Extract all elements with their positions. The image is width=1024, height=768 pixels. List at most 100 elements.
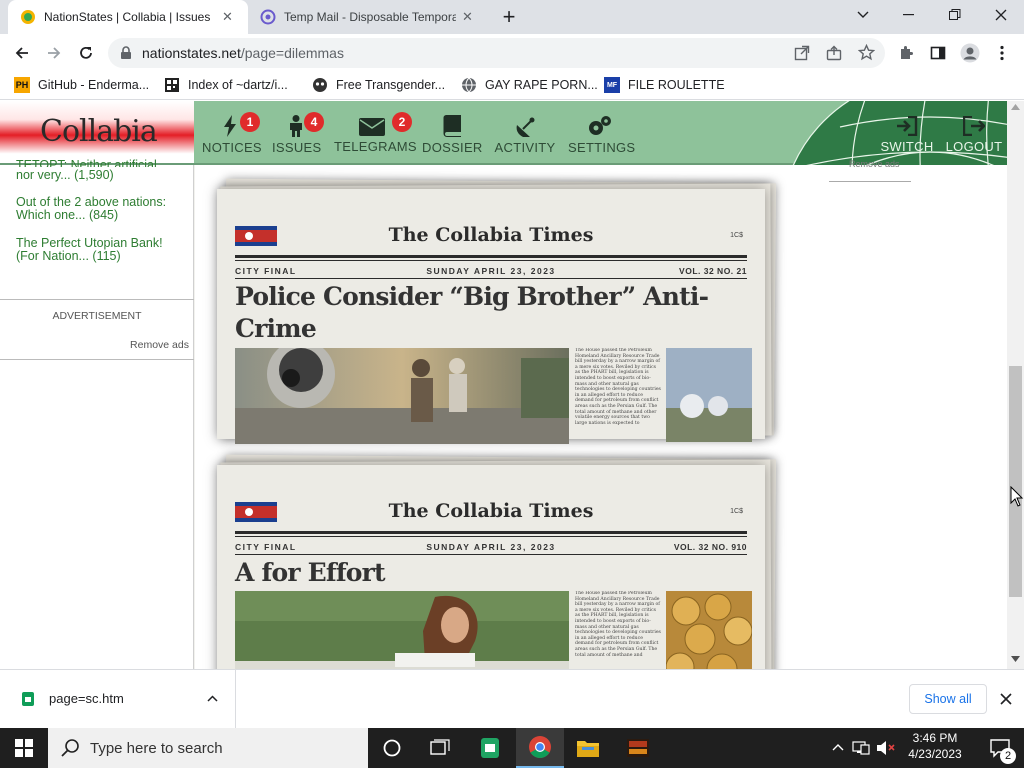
headline-line: Police Consider “Big Brother” Anti-Crime xyxy=(235,282,709,343)
bookmark-github[interactable]: PH GitHub - Enderma... xyxy=(14,77,149,93)
scroll-up-arrow-icon[interactable] xyxy=(1011,104,1020,110)
taskbar-explorer-app[interactable] xyxy=(564,728,612,768)
start-button[interactable] xyxy=(0,728,48,768)
tab-tempmail[interactable]: Temp Mail - Disposable Temporary E ✕ xyxy=(248,0,488,34)
nav-issues[interactable]: ISSUES 4 xyxy=(272,112,324,155)
bookmark-label: Index of ~dartz/i... xyxy=(188,78,288,92)
tray-chevron-up-icon[interactable] xyxy=(832,743,844,751)
cortana-button[interactable] xyxy=(368,728,416,768)
tab-search-icon[interactable] xyxy=(840,0,886,30)
close-tab-icon[interactable]: ✕ xyxy=(462,9,473,25)
newspaper-issue[interactable]: The Collabia Times 1C$ SUNDAY APRIL 23, … xyxy=(217,178,777,444)
browser-toolbar: nationstates.net/page=dilemmas xyxy=(0,34,1024,72)
sheets-file-icon xyxy=(22,692,34,706)
nav-activity[interactable]: ACTIVITY xyxy=(494,115,556,155)
taskbar-chrome-app[interactable] xyxy=(516,728,564,768)
bookmark-label: Free Transgender... xyxy=(336,78,446,92)
sidebar-issue-link-cut[interactable]: TETOPT: Neither artificial, xyxy=(16,159,160,167)
profile-avatar[interactable] xyxy=(958,41,982,65)
network-icon[interactable] xyxy=(852,740,870,756)
back-icon[interactable] xyxy=(10,41,34,65)
nation-name-logo[interactable]: Collabia xyxy=(40,114,158,149)
site-banner: Collabia NOTICES 1 ISSUES 4 TELEGRAMS 2 … xyxy=(0,101,1007,165)
bookmark-index[interactable]: Index of ~dartz/i... xyxy=(164,77,288,93)
scroll-down-arrow-icon[interactable] xyxy=(1011,656,1020,662)
nav-notices[interactable]: NOTICES 1 xyxy=(202,112,262,155)
sidebar-issue-link[interactable]: The Perfect Utopian Bank! (For Nation...… xyxy=(16,237,163,263)
close-window-button[interactable] xyxy=(978,0,1024,30)
taskbar-sheets-app[interactable] xyxy=(466,728,514,768)
tab-nationstates[interactable]: NationStates | Collabia | Issues ✕ xyxy=(8,0,248,34)
rule-line xyxy=(235,260,747,261)
clock-date: 4/23/2023 xyxy=(908,747,962,761)
nav-label: TELEGRAMS xyxy=(334,139,417,154)
new-tab-button[interactable]: + xyxy=(498,6,520,29)
remove-ads-link[interactable]: Remove ads xyxy=(849,159,900,169)
nav-label: DOSSIER xyxy=(422,140,483,155)
bookmark-file-roulette[interactable]: MF FILE ROULETTE xyxy=(604,77,725,93)
menu-kebab-icon[interactable] xyxy=(990,41,1014,65)
nav-telegrams[interactable]: TELEGRAMS 2 xyxy=(334,112,417,154)
download-item[interactable]: page=sc.htm xyxy=(0,670,236,729)
close-tab-icon[interactable]: ✕ xyxy=(222,9,233,25)
taskbar-search[interactable]: Type here to search xyxy=(48,728,368,768)
chrome-icon xyxy=(529,736,551,758)
chevron-up-icon[interactable] xyxy=(207,695,218,702)
left-sidebar: TETOPT: Neither artificial, nor very... … xyxy=(0,159,194,669)
rule-line xyxy=(235,554,747,555)
rule-line xyxy=(235,255,747,258)
bookmark-free[interactable]: Free Transgender... xyxy=(312,77,445,93)
open-in-app-icon[interactable] xyxy=(794,45,810,61)
address-bar[interactable]: nationstates.net/page=dilemmas xyxy=(108,38,885,68)
person-icon xyxy=(290,115,302,137)
clock[interactable]: 3:46 PM 4/23/2023 xyxy=(904,731,966,761)
nav-dossier[interactable]: DOSSIER xyxy=(422,115,482,155)
nav-logout[interactable]: LOGOUT xyxy=(944,115,1004,154)
scrollbar-thumb[interactable] xyxy=(1009,366,1022,597)
taskbar-game-app[interactable] xyxy=(614,728,662,768)
bookmark-globe[interactable]: GAY RAPE PORN... xyxy=(461,77,598,93)
nav-switch[interactable]: SWITCH xyxy=(880,115,934,154)
bookmark-star-icon[interactable] xyxy=(858,44,875,61)
close-download-bar-icon[interactable] xyxy=(1000,693,1012,705)
ph-icon: PH xyxy=(14,77,30,93)
newspaper-issue[interactable]: The Collabia Times 1C$ SUNDAY APRIL 23, … xyxy=(217,454,777,669)
remove-ads-link[interactable]: Remove ads xyxy=(130,339,189,351)
extensions-icon[interactable] xyxy=(894,41,918,65)
download-filename: page=sc.htm xyxy=(49,691,124,706)
game-app-icon xyxy=(627,739,649,757)
cortana-icon xyxy=(383,739,401,757)
notices-badge: 1 xyxy=(240,112,260,132)
nav-label: LOGOUT xyxy=(945,139,1003,154)
newspaper-masthead: The Collabia Times xyxy=(388,224,594,246)
action-center-button[interactable]: 2 xyxy=(976,728,1024,768)
url-text[interactable]: nationstates.net/page=dilemmas xyxy=(142,45,344,61)
nation-logo-flag[interactable]: Collabia xyxy=(0,101,194,163)
share-icon[interactable] xyxy=(826,45,842,61)
download-bar: page=sc.htm Show all xyxy=(0,669,1024,729)
newspaper-column-text: The House passed the Petroleum Homeland … xyxy=(575,591,661,658)
link-line: nor very... (1,590) xyxy=(16,168,114,182)
tempmail-favicon xyxy=(260,9,276,25)
sidebar-issue-link[interactable]: nor very... (1,590) xyxy=(16,169,114,182)
show-all-button[interactable]: Show all xyxy=(909,684,987,714)
volume-muted-icon[interactable] xyxy=(876,740,896,756)
paper-edition: CITY FINAL xyxy=(235,266,297,276)
sidebar-issue-link[interactable]: Out of the 2 above nations: Which one...… xyxy=(16,196,166,222)
newspaper-column-text: The House passed the Petroleum Homeland … xyxy=(575,348,661,426)
login-icon xyxy=(897,116,918,136)
side-panel-icon[interactable] xyxy=(926,41,950,65)
gears-icon xyxy=(589,116,611,135)
lock-icon[interactable] xyxy=(120,46,132,60)
newspaper-side-photo xyxy=(666,348,752,442)
search-icon xyxy=(61,739,79,757)
task-view-button[interactable] xyxy=(416,728,464,768)
bookmark-label: GitHub - Enderma... xyxy=(38,78,150,92)
bookmarks-bar: PH GitHub - Enderma... Index of ~dartz/i… xyxy=(0,72,1024,100)
minimize-button[interactable] xyxy=(886,0,932,30)
divider xyxy=(0,299,194,300)
forward-icon[interactable] xyxy=(42,41,66,65)
restore-button[interactable] xyxy=(932,0,978,30)
reload-icon[interactable] xyxy=(74,41,98,65)
nav-settings[interactable]: SETTINGS xyxy=(568,115,635,155)
